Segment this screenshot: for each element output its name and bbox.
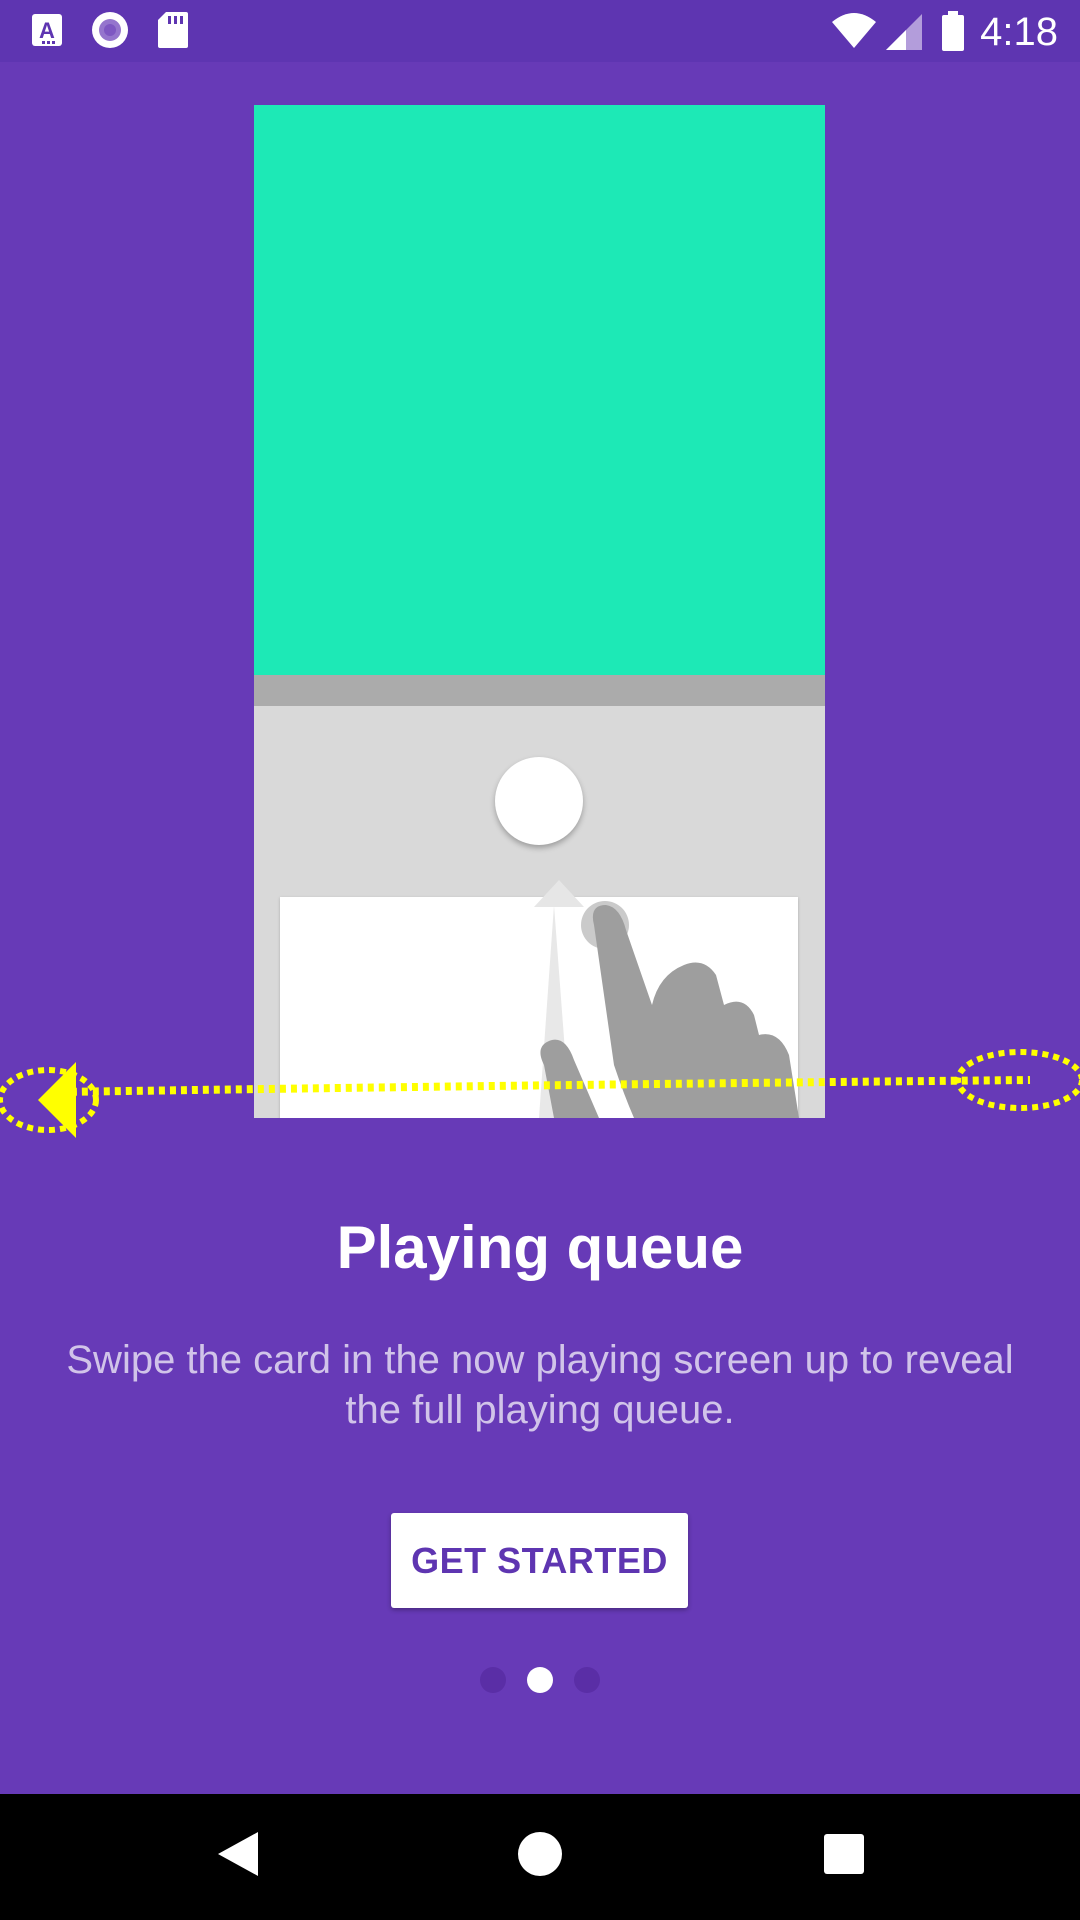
svg-text:A: A (39, 18, 55, 43)
status-bar: A 4:18 (0, 0, 1080, 62)
back-icon[interactable] (210, 1824, 270, 1889)
record-icon (90, 10, 130, 55)
swipe-gesture-annotation (0, 1049, 1080, 1138)
battery-icon (940, 10, 966, 57)
page-dot-1[interactable] (480, 1667, 506, 1693)
wifi-icon (830, 10, 878, 55)
status-time: 4:18 (980, 10, 1058, 54)
navigation-bar (0, 1794, 1080, 1920)
page-dot-2-active[interactable] (527, 1667, 553, 1693)
onboarding-description: Swipe the card in the now playing screen… (66, 1338, 1014, 1432)
now-playing-illustration (254, 105, 825, 1118)
sd-card-icon (156, 10, 190, 55)
swipe-up-hand-icon (534, 880, 799, 1118)
page-dot-3[interactable] (574, 1667, 600, 1693)
page-indicator (0, 1667, 1080, 1693)
recents-icon[interactable] (814, 1824, 874, 1889)
cellular-signal-icon (884, 12, 924, 57)
get-started-button[interactable]: GET STARTED (391, 1513, 688, 1608)
accessibility-a-icon: A (30, 10, 66, 55)
onboarding-title: Playing queue (336, 1214, 744, 1281)
home-icon[interactable] (510, 1824, 570, 1889)
